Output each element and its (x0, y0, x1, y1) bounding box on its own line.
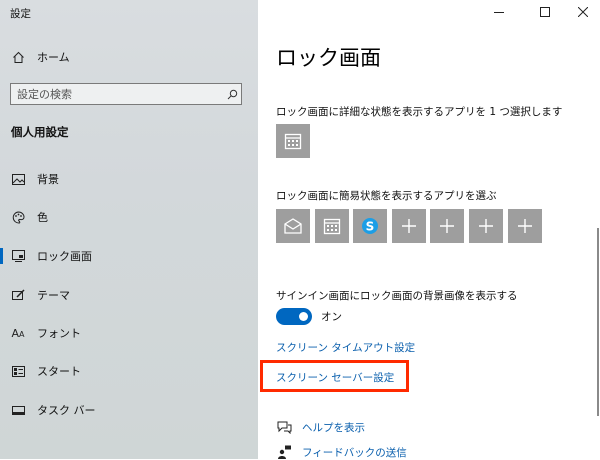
sidebar-item-fonts[interactable]: AA フォント (0, 318, 258, 348)
help-link[interactable]: ヘルプを表示 (302, 420, 365, 435)
quick-status-add-button-4[interactable] (508, 209, 542, 243)
feedback-link-row[interactable]: フィードバックの送信 (276, 444, 407, 460)
feedback-person-icon (276, 444, 292, 460)
window-title: 設定 (10, 8, 31, 20)
sidebar-item-label: タスク バー (37, 404, 96, 417)
theme-brush-icon (11, 288, 25, 302)
scrollbar[interactable] (597, 228, 599, 416)
search-icon[interactable] (223, 89, 241, 100)
help-chat-icon (276, 419, 292, 435)
sidebar-item-label: フォント (37, 327, 81, 340)
quick-status-app-mail[interactable] (276, 209, 310, 243)
sidebar: 設定 ホーム 個人用設定 背景 色 ロック画面 テー (0, 0, 258, 459)
help-link-row[interactable]: ヘルプを表示 (276, 419, 365, 435)
sidebar-item-label: ホーム (37, 51, 70, 64)
close-button[interactable] (566, 0, 600, 24)
sidebar-item-label: 色 (37, 211, 48, 224)
plus-icon (479, 219, 493, 233)
detailed-status-app-button[interactable] (276, 124, 310, 158)
signin-background-toggle[interactable] (276, 308, 312, 325)
sidebar-item-taskbar[interactable]: タスク バー (0, 395, 258, 425)
mail-icon (284, 218, 302, 234)
maximize-icon (540, 7, 550, 17)
start-icon (11, 364, 25, 378)
skype-icon: S (362, 218, 378, 234)
screen-timeout-settings-link[interactable]: スクリーン タイムアウト設定 (276, 340, 415, 355)
plus-icon (440, 219, 454, 233)
calendar-icon (323, 218, 341, 235)
active-indicator (0, 248, 3, 264)
quick-status-add-button-3[interactable] (469, 209, 503, 243)
screensaver-settings-link[interactable]: スクリーン セーバー設定 (276, 370, 394, 385)
plus-icon (402, 219, 416, 233)
quick-status-add-button-2[interactable] (430, 209, 464, 243)
font-icon: AA (11, 326, 25, 340)
sidebar-item-color[interactable]: 色 (0, 202, 258, 232)
calendar-icon (284, 133, 302, 150)
sidebar-item-label: スタート (37, 365, 81, 378)
palette-icon (11, 210, 25, 224)
main-pane: ロック画面 ロック画面に詳細な状態を表示するアプリを 1 つ選択します ロック画… (258, 0, 600, 459)
taskbar-icon (11, 403, 25, 417)
toggle-knob (299, 312, 308, 321)
sidebar-item-start[interactable]: スタート (0, 356, 258, 386)
svg-text:S: S (366, 220, 375, 234)
lock-screen-icon (11, 249, 25, 263)
toggle-state-label: オン (321, 311, 342, 323)
quick-status-app-skype[interactable]: S (353, 209, 387, 243)
page-title: ロック画面 (276, 46, 381, 70)
sidebar-item-label: 背景 (37, 173, 59, 186)
feedback-link[interactable]: フィードバックの送信 (302, 445, 407, 460)
sidebar-item-home[interactable]: ホーム (0, 42, 258, 72)
sidebar-item-background[interactable]: 背景 (0, 164, 258, 194)
sidebar-item-theme[interactable]: テーマ (0, 280, 258, 310)
close-icon (578, 7, 588, 17)
sidebar-item-label: ロック画面 (37, 250, 92, 263)
quick-status-description: ロック画面に簡易状態を表示するアプリを選ぶ (276, 190, 497, 202)
sidebar-item-label: テーマ (37, 289, 70, 302)
quick-status-app-calendar[interactable] (315, 209, 349, 243)
section-title: 個人用設定 (11, 125, 69, 139)
quick-status-add-button-1[interactable] (392, 209, 426, 243)
detailed-status-description: ロック画面に詳細な状態を表示するアプリを 1 つ選択します (276, 106, 563, 118)
search-box[interactable] (10, 83, 242, 105)
minimize-icon (494, 12, 504, 13)
minimize-button[interactable] (482, 0, 516, 24)
signin-background-description: サインイン画面にロック画面の背景画像を表示する (276, 290, 518, 302)
maximize-button[interactable] (528, 0, 562, 24)
search-input[interactable] (11, 83, 223, 105)
picture-icon (11, 172, 25, 186)
plus-icon (518, 219, 532, 233)
home-icon (11, 50, 25, 64)
sidebar-item-lock-screen[interactable]: ロック画面 (0, 241, 258, 271)
